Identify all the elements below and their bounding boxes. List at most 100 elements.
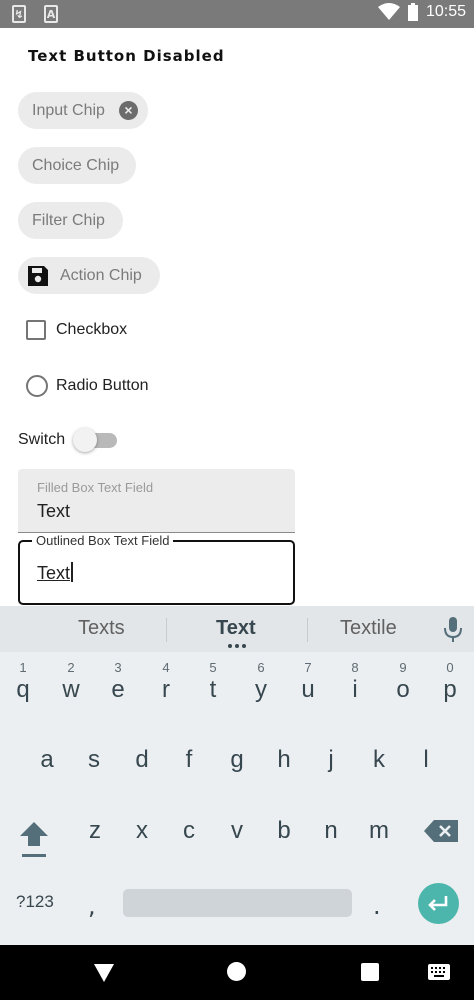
outlined-field-value: Text bbox=[37, 563, 71, 583]
key-h[interactable]: h bbox=[264, 732, 304, 784]
key-p[interactable]: 0p bbox=[430, 660, 470, 714]
main-content: Text Button Disabled Input Chip × Choice… bbox=[0, 28, 474, 606]
a-box-icon: A bbox=[44, 5, 58, 23]
key-b[interactable]: b bbox=[264, 803, 304, 855]
key-q[interactable]: 1q bbox=[3, 660, 43, 714]
enter-key[interactable] bbox=[418, 883, 459, 924]
key-d[interactable]: d bbox=[122, 732, 162, 784]
key-z[interactable]: z bbox=[75, 803, 115, 855]
key-u[interactable]: 7u bbox=[288, 660, 328, 714]
period-key[interactable]: . bbox=[373, 892, 381, 920]
key-w[interactable]: 2w bbox=[51, 660, 91, 714]
key-n[interactable]: n bbox=[311, 803, 351, 855]
suggestion-divider bbox=[166, 618, 167, 642]
choice-chip[interactable]: Choice Chip bbox=[18, 147, 136, 184]
key-character: n bbox=[324, 817, 338, 844]
backspace-icon[interactable] bbox=[424, 820, 458, 842]
key-character: r bbox=[162, 676, 170, 703]
status-bar: ↯ A 10:55 bbox=[0, 0, 474, 28]
input-chip-label: Input Chip bbox=[32, 101, 105, 119]
key-l[interactable]: l bbox=[406, 732, 446, 784]
suggestion-right[interactable]: Textile bbox=[340, 617, 397, 640]
key-character: w bbox=[62, 676, 80, 703]
key-character: d bbox=[135, 746, 149, 773]
action-chip-label: Action Chip bbox=[60, 266, 142, 284]
key-hint-number: 4 bbox=[162, 660, 170, 675]
key-character: o bbox=[396, 676, 410, 703]
navigation-bar bbox=[0, 945, 474, 1000]
key-g[interactable]: g bbox=[217, 732, 257, 784]
back-icon[interactable] bbox=[93, 963, 115, 983]
action-chip[interactable]: Action Chip bbox=[18, 257, 160, 294]
battery-icon bbox=[407, 3, 418, 21]
key-character: i bbox=[352, 676, 358, 703]
key-character: v bbox=[231, 817, 243, 844]
checkbox-row[interactable]: Checkbox bbox=[26, 320, 127, 340]
filled-text-field[interactable]: Filled Box Text Field Text bbox=[18, 469, 295, 533]
switch-thumb[interactable] bbox=[73, 427, 98, 452]
key-m[interactable]: m bbox=[359, 803, 399, 855]
key-character: f bbox=[185, 746, 193, 773]
close-icon[interactable]: × bbox=[119, 101, 138, 120]
filter-chip[interactable]: Filter Chip bbox=[18, 202, 123, 239]
key-hint-number: 2 bbox=[67, 660, 75, 675]
filled-field-label: Filled Box Text Field bbox=[37, 480, 154, 495]
filled-field-value[interactable]: Text bbox=[37, 501, 70, 522]
key-y[interactable]: 6y bbox=[241, 660, 281, 714]
key-character: j bbox=[328, 746, 334, 773]
radio-button[interactable] bbox=[26, 375, 48, 397]
filter-chip-label: Filter Chip bbox=[32, 211, 105, 229]
key-e[interactable]: 3e bbox=[98, 660, 138, 714]
outlined-field-input[interactable]: Text bbox=[37, 562, 74, 584]
radio-label: Radio Button bbox=[56, 377, 149, 394]
suggestion-strip: Texts Text Textile bbox=[0, 606, 474, 652]
symbols-key[interactable]: ?123 bbox=[16, 892, 54, 912]
key-f[interactable]: f bbox=[169, 732, 209, 784]
space-bar[interactable] bbox=[123, 889, 352, 917]
clock: 10:55 bbox=[425, 3, 466, 20]
key-a[interactable]: a bbox=[27, 732, 67, 784]
shift-icon[interactable] bbox=[18, 818, 50, 858]
input-chip[interactable]: Input Chip × bbox=[18, 92, 148, 129]
key-character: l bbox=[423, 746, 429, 773]
suggestion-center[interactable]: Text bbox=[216, 617, 256, 640]
microphone-icon[interactable] bbox=[444, 617, 462, 643]
more-suggestions-icon[interactable] bbox=[228, 644, 246, 648]
text-cursor bbox=[71, 562, 74, 582]
key-hint-number: 9 bbox=[399, 660, 407, 675]
key-character: s bbox=[88, 746, 100, 773]
switch-label: Switch bbox=[18, 431, 66, 448]
key-character: h bbox=[277, 746, 291, 773]
switch-row[interactable]: Switch bbox=[18, 427, 118, 452]
key-k[interactable]: k bbox=[359, 732, 399, 784]
key-j[interactable]: j bbox=[311, 732, 351, 784]
key-character: y bbox=[255, 676, 267, 703]
soft-keyboard: Texts Text Textile 1q2w3e4r5t6y7u8i9o0p … bbox=[0, 606, 474, 945]
key-r[interactable]: 4r bbox=[146, 660, 186, 714]
comma-key[interactable]: , bbox=[88, 892, 96, 920]
keyboard-switch-icon[interactable] bbox=[428, 964, 450, 980]
checkbox-label: Checkbox bbox=[56, 321, 128, 338]
key-character: m bbox=[369, 817, 389, 844]
outlined-text-field[interactable]: Outlined Box Text Field Text bbox=[18, 533, 295, 605]
key-o[interactable]: 9o bbox=[383, 660, 423, 714]
key-s[interactable]: s bbox=[74, 732, 114, 784]
key-hint-number: 0 bbox=[446, 660, 454, 675]
key-i[interactable]: 8i bbox=[335, 660, 375, 714]
suggestion-divider bbox=[307, 618, 308, 642]
enter-icon bbox=[428, 896, 448, 911]
key-c[interactable]: c bbox=[169, 803, 209, 855]
key-character: z bbox=[89, 817, 101, 844]
key-hint-number: 1 bbox=[19, 660, 27, 675]
home-icon[interactable] bbox=[227, 962, 246, 981]
checkbox[interactable] bbox=[26, 320, 46, 340]
key-v[interactable]: v bbox=[217, 803, 257, 855]
key-t[interactable]: 5t bbox=[193, 660, 233, 714]
recents-icon[interactable] bbox=[361, 963, 379, 981]
radio-row[interactable]: Radio Button bbox=[26, 375, 149, 397]
key-x[interactable]: x bbox=[122, 803, 162, 855]
switch-toggle[interactable] bbox=[73, 427, 118, 452]
suggestion-left[interactable]: Texts bbox=[78, 617, 125, 640]
choice-chip-label: Choice Chip bbox=[32, 156, 120, 174]
key-hint-number: 5 bbox=[209, 660, 217, 675]
